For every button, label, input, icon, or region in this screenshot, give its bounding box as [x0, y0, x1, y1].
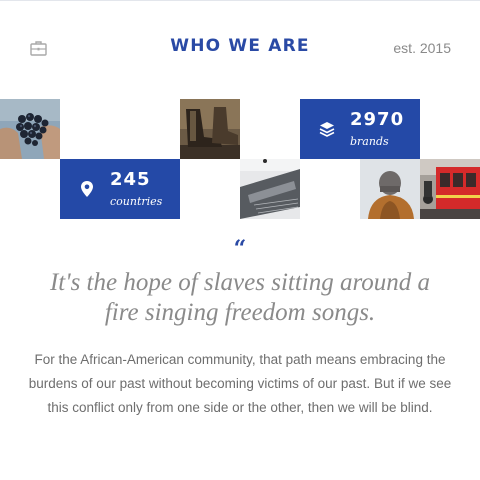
body-paragraph: For the African-American community, that… — [28, 352, 452, 415]
beanie-photo — [360, 159, 420, 219]
quote-text: It's the hope of slaves sitting around a… — [49, 269, 431, 326]
map-pin-icon — [81, 181, 93, 197]
laptop-photo — [240, 159, 300, 219]
top-divider — [0, 0, 480, 1]
countries-count: 245 — [110, 169, 151, 190]
quote-icon: “ — [233, 236, 247, 262]
countries-label: countries — [110, 195, 163, 208]
red-train-photo — [420, 159, 480, 219]
brands-count: 2970 — [350, 109, 405, 130]
established-year: est. 2015 — [393, 40, 451, 56]
brands-label: brands — [350, 135, 389, 148]
countries-stat: 245 countries — [60, 159, 180, 219]
grapes-photo — [0, 99, 60, 159]
brands-stat: 2970 brands — [300, 99, 420, 159]
layers-icon — [319, 122, 335, 137]
boots-photo — [180, 99, 240, 159]
